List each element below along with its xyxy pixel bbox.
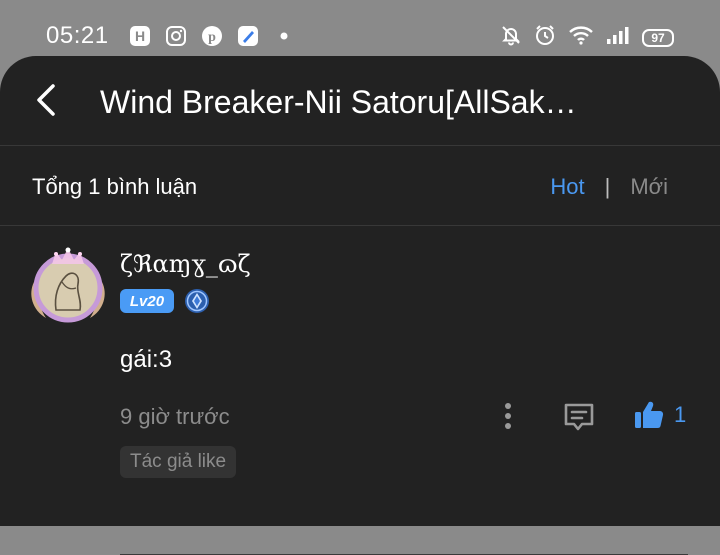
comment-total: Tổng 1 bình luận bbox=[32, 174, 198, 199]
status-time: 05:21 bbox=[46, 22, 109, 49]
more-vertical-icon bbox=[505, 403, 511, 429]
reply-icon bbox=[564, 403, 594, 431]
diamond-badge-icon bbox=[184, 288, 210, 314]
svg-text:H: H bbox=[135, 28, 145, 44]
comment-count-bar: Tổng 1 bình luận Hot | Mới bbox=[0, 146, 720, 226]
thumbs-up-icon bbox=[635, 401, 664, 428]
blue-app-icon bbox=[236, 24, 260, 48]
instagram-icon bbox=[164, 24, 188, 48]
pinterest-icon: p bbox=[200, 24, 224, 48]
page-title: Wind Breaker-Nii Satoru[AllSak… bbox=[100, 84, 577, 120]
wifi-icon bbox=[568, 25, 594, 50]
alarm-icon bbox=[534, 24, 556, 51]
sort-tabs: Hot | Mới bbox=[550, 174, 668, 200]
sort-separator: | bbox=[604, 174, 611, 199]
username[interactable]: ζℜαɱɣ_ɷζ bbox=[120, 250, 251, 278]
author-like-badge: Tác giả like bbox=[120, 446, 237, 478]
notification-icons: H p bbox=[128, 24, 296, 48]
system-icons: 97 bbox=[500, 24, 674, 51]
chevron-left-icon bbox=[37, 84, 55, 116]
header: Wind Breaker-Nii Satoru[AllSak… bbox=[0, 56, 720, 146]
mute-bell-icon bbox=[500, 24, 522, 51]
h-app-icon: H bbox=[128, 24, 152, 48]
like-count: 1 bbox=[674, 402, 687, 427]
comments-sheet: Wind Breaker-Nii Satoru[AllSak… Tổng 1 b… bbox=[0, 56, 720, 555]
signal-icon bbox=[606, 25, 630, 50]
back-button[interactable] bbox=[26, 78, 66, 122]
comment-time: 9 giờ trước bbox=[120, 404, 230, 429]
tab-hot[interactable]: Hot bbox=[550, 174, 584, 200]
avatar[interactable] bbox=[26, 244, 110, 328]
reply-button[interactable] bbox=[562, 400, 596, 434]
like-button[interactable]: 1 bbox=[632, 398, 686, 432]
dot-icon bbox=[272, 24, 296, 48]
more-button[interactable] bbox=[496, 398, 520, 434]
svg-text:p: p bbox=[208, 30, 216, 45]
level-badge: Lv20 bbox=[120, 289, 174, 313]
battery-icon: 97 bbox=[642, 28, 674, 47]
tab-new[interactable]: Mới bbox=[630, 174, 668, 200]
status-bar: 05:21 H p 97 bbox=[0, 0, 720, 62]
comment-text: gái:3 bbox=[120, 346, 173, 373]
